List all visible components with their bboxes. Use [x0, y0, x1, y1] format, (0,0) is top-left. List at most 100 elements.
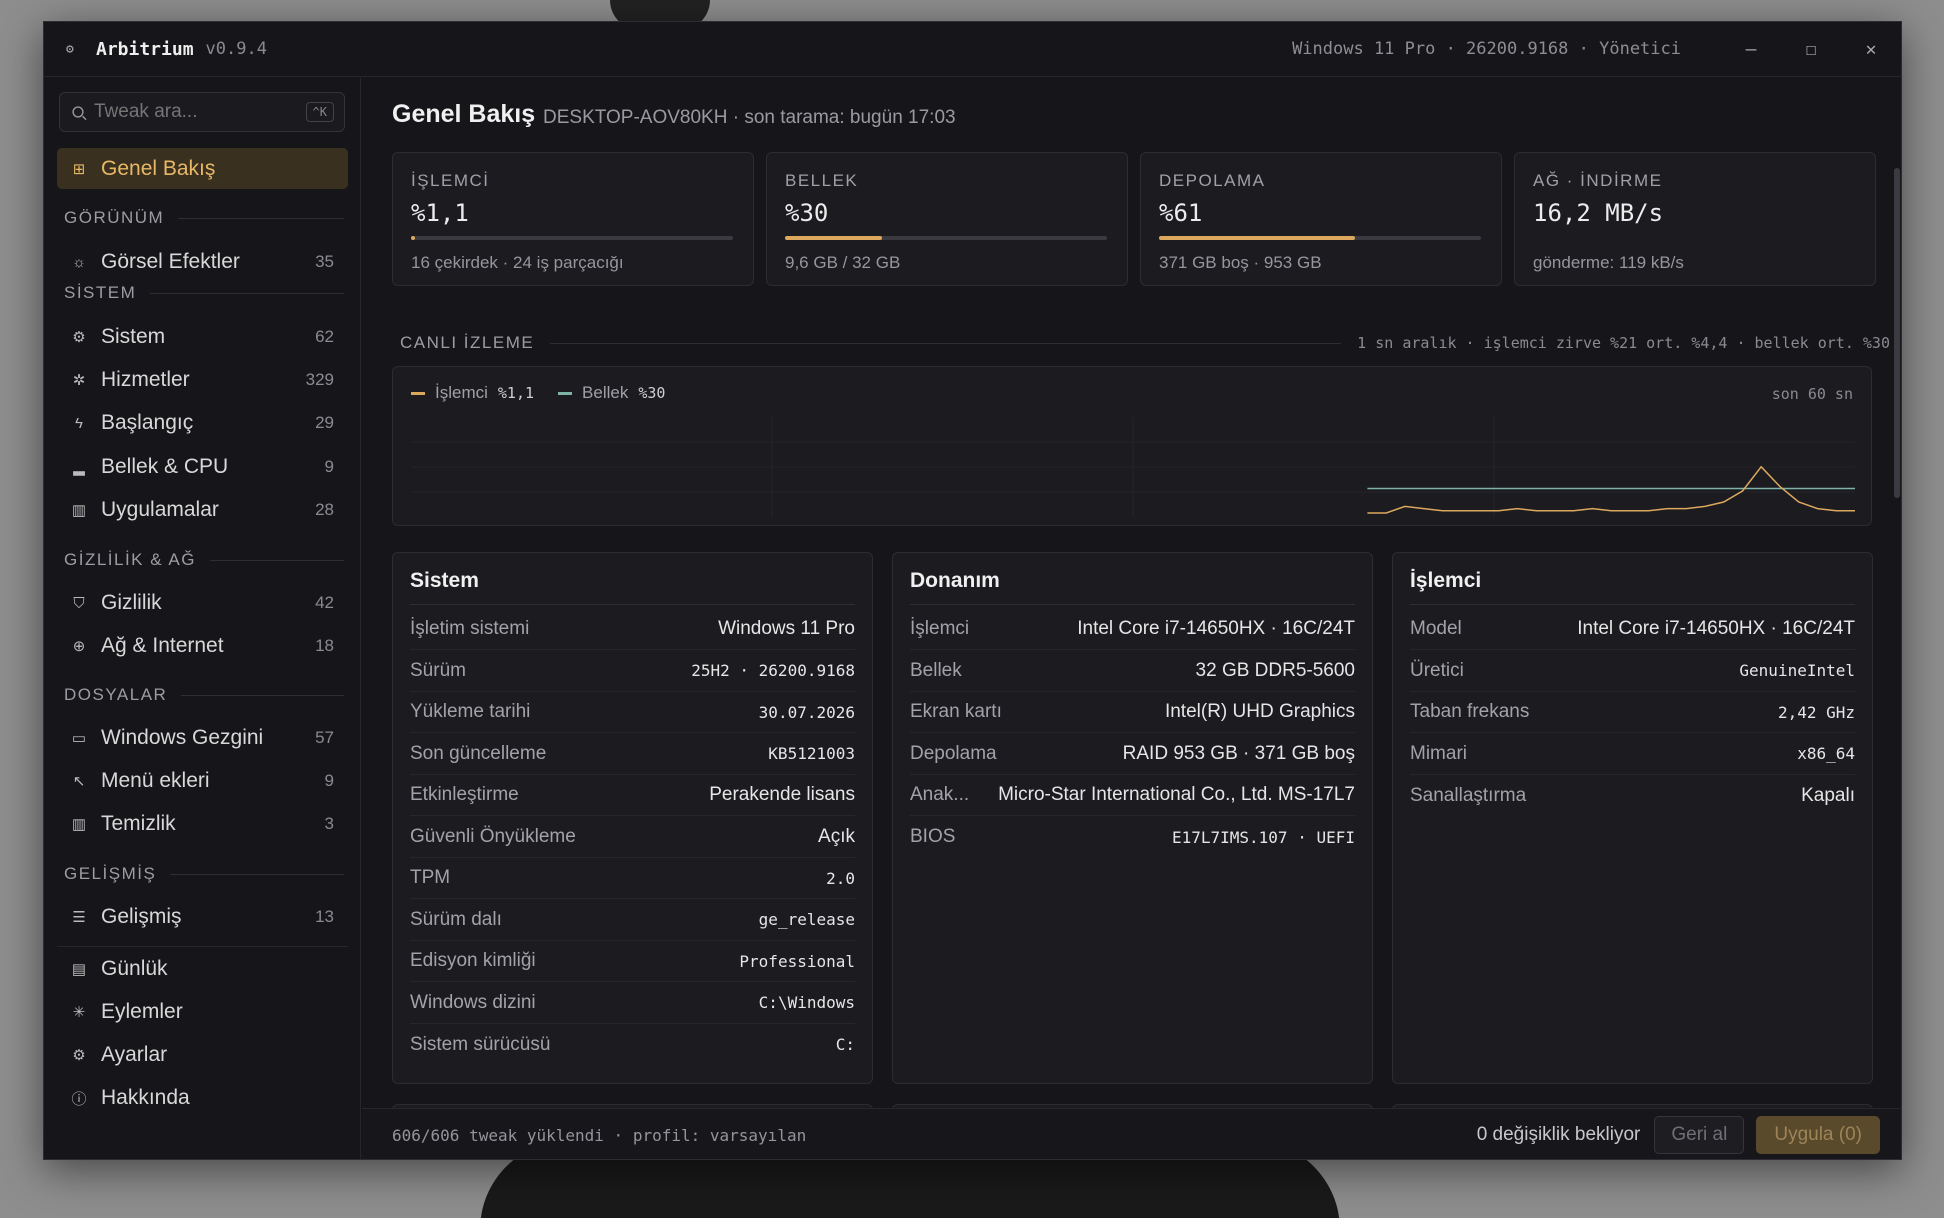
sidebar-item-startup[interactable]: ϟ Başlangıç 29 [57, 404, 348, 442]
status-bar: 606/606 tweak yüklendi · profil: varsayı… [362, 1108, 1901, 1159]
info-key: Model [1410, 618, 1462, 639]
info-key: Üretici [1410, 659, 1464, 681]
sidebar-item-settings[interactable]: ⚙ Ayarlar [57, 1036, 348, 1074]
info-row: Edisyon kimliği Professional [410, 941, 855, 982]
panel-hardware: Donanım İşlemci Intel Core i7-14650HX · 1… [892, 552, 1373, 1084]
sidebar-item-services[interactable]: ✲ Hizmetler 329 [57, 361, 348, 399]
main-content: Genel Bakış DESKTOP-AOV80KH · son tarama… [362, 78, 1901, 1159]
search-input[interactable] [94, 101, 284, 123]
info-value: E17L7IMS.107 · UEFI [1171, 827, 1355, 847]
sidebar-item-menu-extras[interactable]: ↖ Menü ekleri 9 [57, 762, 348, 800]
bolt-icon: ϟ [75, 414, 83, 432]
info-key: Taban frekans [1410, 701, 1530, 722]
info-row: Mimari x86_64 [1410, 734, 1855, 775]
stat-card-network: AĞ · İNDİRME 16,2 MB/s gönderme: 119 kB/… [1514, 152, 1876, 286]
chart-legend: İşlemci %1,1 Bellek %30 [411, 383, 689, 403]
settings-icon: ⚙ [72, 1047, 86, 1064]
legend-memory-value: %30 [638, 384, 666, 402]
panel-title: Sistem [410, 569, 855, 605]
info-key: Sanallaştırma [1410, 784, 1527, 806]
info-row: Bellek 32 GB DDR5-5600 [910, 651, 1355, 692]
info-row: Sanallaştırma Kapalı [1410, 775, 1855, 816]
maximize-button[interactable]: ☐ [1781, 39, 1841, 60]
panel-title: İşlemci [1410, 569, 1855, 605]
bin-icon: ▥ [71, 816, 87, 833]
info-key: Edisyon kimliği [410, 950, 536, 971]
info-icon: ⓘ [71, 1090, 87, 1108]
panel-title: Donanım [910, 569, 1355, 605]
sidebar-item-privacy[interactable]: ⛉ Gizlilik 42 [57, 584, 348, 622]
sidebar-item-cleanup[interactable]: ▥ Temizlik 3 [57, 805, 348, 843]
sidebar-item-explorer[interactable]: ▭ Windows Gezgini 57 [57, 719, 348, 757]
info-value: C:\Windows [758, 993, 855, 1012]
info-row: TPM 2.0 [410, 858, 855, 899]
info-key: Depolama [910, 742, 997, 764]
section-header: SİSTEM [64, 283, 344, 303]
minimize-button[interactable]: — [1721, 39, 1781, 60]
info-value: 30.07.2026 [758, 702, 855, 722]
sidebar: ^K ⊞ Genel Bakış GÖRÜNÜM ☼ Görsel Efektl… [44, 78, 361, 1159]
info-key: Sistem sürücüsü [410, 1033, 551, 1055]
stat-card-cpu: İŞLEMCİ %1,1 16 çekirdek · 24 iş parçacı… [392, 152, 754, 286]
sidebar-item-about[interactable]: ⓘ Hakkında [57, 1079, 348, 1117]
trash-icon: ▥ [71, 502, 87, 519]
divider [57, 946, 348, 947]
info-row: Sürüm dalı ge_release [410, 900, 855, 941]
info-value: Intel(R) UHD Graphics [1164, 701, 1355, 722]
apply-button[interactable]: Uygula (0) [1756, 1116, 1880, 1154]
legend-swatch-memory [558, 391, 573, 395]
sidebar-item-overview[interactable]: ⊞ Genel Bakış [57, 148, 348, 189]
chart-window-label: son 60 sn [1771, 385, 1853, 403]
info-value: Intel Core i7-14650HX · 16C/24T [1077, 618, 1355, 639]
info-key: Son güncelleme [410, 742, 547, 764]
section-header: GÖRÜNÜM [64, 208, 344, 228]
live-monitor-chart: İşlemci %1,1 Bellek %30 son 60 sn [392, 366, 1872, 526]
info-key: Ekran kartı [910, 701, 1002, 722]
cog-icon: ✲ [72, 372, 86, 389]
info-row: Üretici GenuineIntel [1410, 651, 1855, 692]
info-value: KB5121003 [768, 744, 855, 763]
undo-button[interactable]: Geri al [1654, 1116, 1745, 1154]
sidebar-item-visual-effects[interactable]: ☼ Görsel Efektler 35 [57, 243, 348, 281]
info-key: Sürüm dalı [410, 908, 502, 930]
stat-card-storage: DEPOLAMA %61 371 GB boş · 953 GB [1140, 152, 1502, 286]
scrollbar[interactable] [1894, 168, 1900, 498]
sidebar-item-system[interactable]: ⚙ Sistem 62 [57, 318, 348, 356]
log-icon: ▤ [71, 961, 87, 978]
close-button[interactable]: ✕ [1841, 39, 1901, 60]
sidebar-item-log[interactable]: ▤ Günlük [57, 950, 348, 988]
info-value: Kapalı [1801, 784, 1855, 806]
info-row: Ekran kartı Intel(R) UHD Graphics [910, 692, 1355, 733]
info-row: Sistem sürücüsü C: [410, 1024, 855, 1065]
info-key: TPM [410, 867, 451, 888]
system-info: Windows 11 Pro · 26200.9168 · Yönetici [1292, 39, 1681, 59]
status-text: 606/606 tweak yüklendi · profil: varsayı… [392, 1125, 807, 1145]
info-row: Depolama RAID 953 GB · 371 GB boş [910, 734, 1355, 775]
section-header: GİZLİLİK & AĞ [64, 550, 344, 570]
page-title: Genel Bakış [392, 100, 536, 128]
info-row: Taban frekans 2,42 GHz [1410, 692, 1855, 733]
info-row: Sürüm 25H2 · 26200.9168 [410, 651, 855, 692]
search-box[interactable]: ^K [59, 92, 345, 132]
live-monitor-meta: 1 sn aralık · işlemci zirve %21 ort. %4,… [1357, 334, 1890, 352]
progress-fill [411, 236, 415, 240]
info-value: Açık [818, 825, 855, 847]
info-key: Sürüm [410, 659, 466, 681]
sidebar-item-apps[interactable]: ▥ Uygulamalar 28 [57, 491, 348, 529]
pending-changes: 0 değişiklik bekliyor [1476, 1124, 1641, 1145]
progress-bar [1159, 236, 1481, 240]
app-version: v0.9.4 [205, 39, 267, 59]
asterisk-icon: ✳ [72, 1004, 86, 1021]
info-value: 25H2 · 26200.9168 [691, 661, 855, 680]
sidebar-item-actions[interactable]: ✳ Eylemler [57, 993, 348, 1031]
info-row: Güvenli Önyükleme Açık [410, 817, 855, 858]
info-row: Windows dizini C:\Windows [410, 983, 855, 1024]
sidebar-item-memory-cpu[interactable]: ▂ Bellek & CPU 9 [57, 448, 348, 486]
info-key: Etkinleştirme [410, 784, 519, 805]
sidebar-item-advanced[interactable]: ☰ Gelişmiş 13 [57, 898, 348, 936]
info-row: Model Intel Core i7-14650HX · 16C/24T [1410, 609, 1855, 650]
info-value: ge_release [758, 910, 855, 929]
app-window: ⚙ Arbitrium v0.9.4 Windows 11 Pro · 2620… [43, 21, 1902, 1160]
folder-icon: ▭ [71, 730, 87, 747]
sidebar-item-network[interactable]: ⊕ Ağ & Internet 18 [57, 627, 348, 665]
